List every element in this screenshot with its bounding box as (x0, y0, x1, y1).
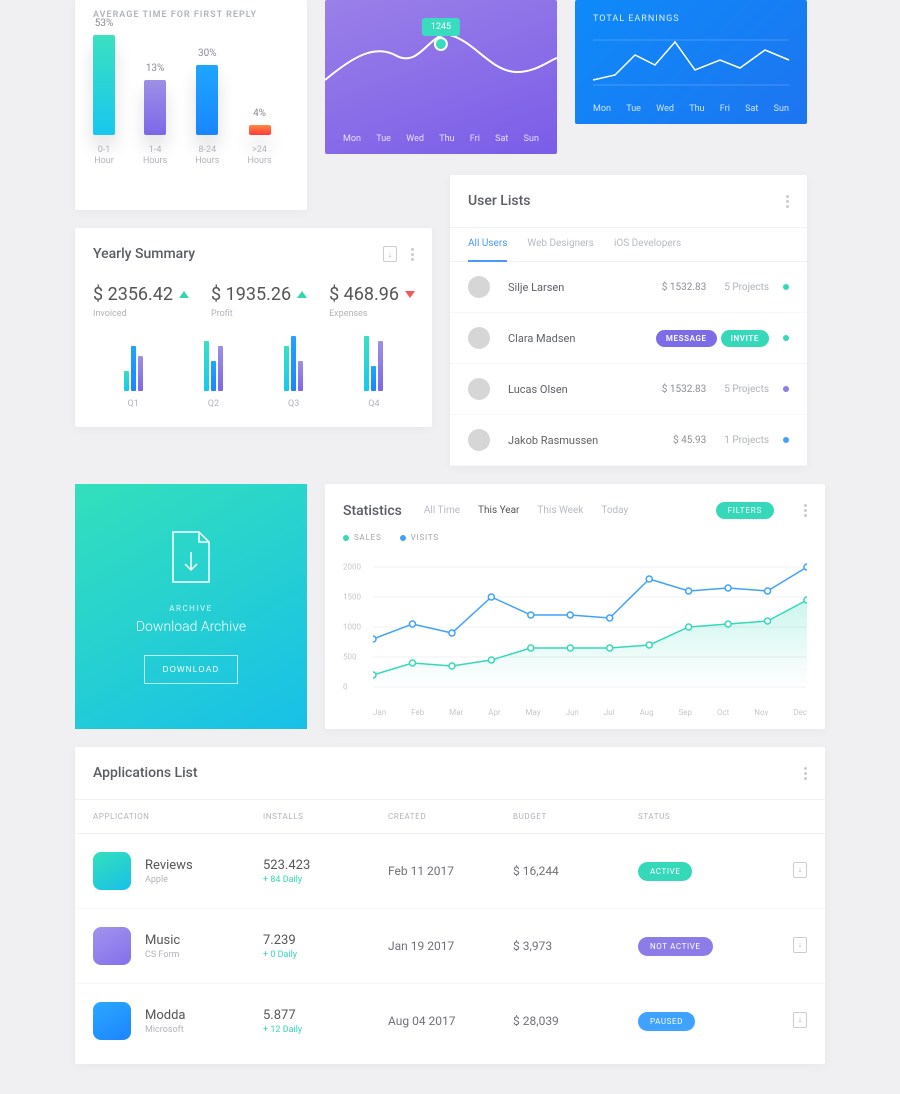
weekly-purple-card: 1245 MonTueWedThuFriSatSun (325, 0, 557, 154)
purple-tooltip: 1245 (422, 18, 460, 36)
stats-tab[interactable]: This Week (537, 505, 583, 516)
file-icon (169, 530, 213, 584)
quarter-Q2: Q2 (204, 341, 223, 409)
app-row[interactable]: ModdaMicrosoft 5.877+ 12 Daily Aug 04 20… (75, 984, 825, 1058)
earnings-card: TOTAL EARNINGS MonTueWedThuFriSatSun (575, 0, 807, 124)
status-dot (783, 284, 789, 290)
status-badge: NOT ACTIVE (638, 937, 713, 956)
user-tab[interactable]: All Users (468, 228, 507, 261)
stats-tab[interactable]: All Time (424, 505, 460, 516)
trend-up-icon (297, 291, 307, 298)
reply-time-title: AVERAGE TIME FOR FIRST REPLY (93, 10, 289, 20)
summary-metric: $ 468.96 Expenses (329, 284, 415, 319)
user-row[interactable]: Lucas Olsen $ 1532.83 5 Projects (450, 364, 807, 415)
yearly-summary-card: Yearly Summary $ 2356.42 Invoiced $ 1935… (75, 228, 432, 427)
reply-bar: 4% >24Hours (247, 108, 271, 168)
more-icon[interactable] (786, 195, 789, 208)
summary-metric: $ 1935.26 Profit (211, 284, 307, 319)
archive-card: ARCHIVE Download Archive DOWNLOAD (75, 484, 307, 729)
more-icon[interactable] (804, 504, 807, 517)
quarter-Q1: Q1 (124, 341, 143, 409)
summary-metric: $ 2356.42 Invoiced (93, 284, 189, 319)
user-row[interactable]: Silje Larsen $ 1532.83 5 Projects (450, 262, 807, 313)
reply-bar: 53% 0-1Hour (93, 18, 115, 168)
download-icon[interactable] (383, 246, 397, 262)
download-icon[interactable] (793, 937, 807, 953)
yearly-summary-title: Yearly Summary (93, 246, 195, 262)
filters-button[interactable]: FILTERS (716, 502, 774, 519)
quarter-Q4: Q4 (364, 341, 383, 409)
stats-tab[interactable]: Today (601, 505, 628, 516)
statistics-title: Statistics (343, 503, 402, 519)
user-row[interactable]: Clara Madsen MESSAGE INVITE (450, 313, 807, 364)
status-badge: ACTIVE (638, 862, 692, 881)
reply-time-card: AVERAGE TIME FOR FIRST REPLY 53% 0-1Hour… (75, 0, 307, 210)
statistics-chart: 2000150010005000 (343, 552, 807, 702)
user-lists-card: User Lists All Users Web Designers iOS Dev… (450, 175, 807, 466)
app-row[interactable]: ReviewsApple 523.423+ 84 Daily Feb 11 20… (75, 834, 825, 909)
status-dot (783, 335, 789, 341)
user-tab[interactable]: iOS Developers (614, 228, 681, 261)
trend-down-icon (405, 291, 415, 298)
download-button[interactable]: DOWNLOAD (144, 655, 239, 684)
quarter-Q3: Q3 (284, 341, 303, 409)
reply-bar: 30% 8-24Hours (195, 48, 219, 168)
avatar (468, 327, 490, 349)
applications-card: Applications List APPLICATIONINSTALLSCRE… (75, 747, 825, 1064)
more-icon[interactable] (411, 248, 414, 261)
archive-title: Download Archive (136, 619, 246, 635)
app-icon (93, 1002, 131, 1040)
app-row[interactable]: MusicCS Form 7.239+ 0 Daily Jan 19 2017 … (75, 909, 825, 984)
stats-tab[interactable]: This Year (478, 505, 519, 516)
message-button[interactable]: MESSAGE (656, 330, 717, 347)
applications-title: Applications List (93, 765, 198, 781)
download-icon[interactable] (793, 1012, 807, 1028)
app-icon (93, 927, 131, 965)
reply-bar: 13% 1-4Hours (143, 63, 167, 168)
status-badge: PAUSED (638, 1012, 695, 1031)
avatar (468, 276, 490, 298)
archive-sub: ARCHIVE (169, 604, 212, 613)
avatar (468, 429, 490, 451)
statistics-card: Statistics All Time This Year This Week Tod… (325, 484, 825, 729)
user-row[interactable]: Jakob Rasmussen $ 45.93 1 Projects (450, 415, 807, 466)
user-tab[interactable]: Web Designers (527, 228, 594, 261)
avatar (468, 378, 490, 400)
more-icon[interactable] (804, 767, 807, 780)
invite-button[interactable]: INVITE (721, 330, 769, 347)
status-dot (783, 386, 789, 392)
download-icon[interactable] (793, 862, 807, 878)
status-dot (783, 437, 789, 443)
trend-up-icon (179, 291, 189, 298)
user-lists-title: User Lists (468, 193, 531, 209)
app-icon (93, 852, 131, 890)
